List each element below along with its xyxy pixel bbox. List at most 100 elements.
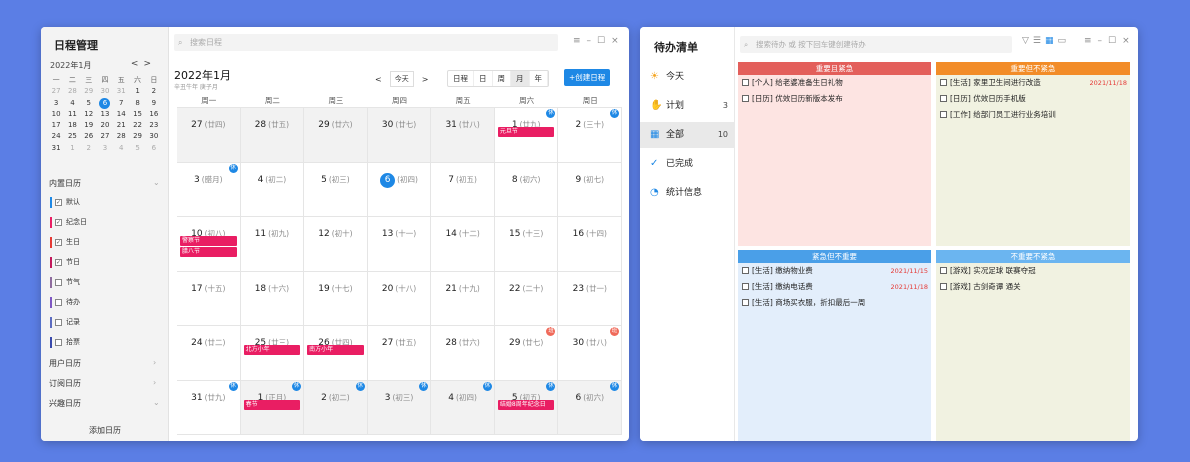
mini-next-button[interactable]: > [143, 59, 156, 69]
mini-day[interactable]: 19 [81, 120, 97, 131]
mini-day[interactable]: 13 [97, 109, 113, 120]
mini-day[interactable]: 16 [146, 109, 162, 120]
filter-icon[interactable]: ▽ [1022, 36, 1033, 46]
mini-day[interactable]: 8 [129, 98, 145, 109]
mini-day[interactable]: 1 [129, 86, 145, 97]
day-cell[interactable]: 1 (正月) 休春节 [240, 380, 305, 434]
calendar-checkbox[interactable] [55, 278, 62, 286]
day-cell[interactable]: 6 (初六) 休 [558, 380, 623, 434]
mini-day[interactable]: 29 [81, 86, 97, 97]
menu-icon[interactable]: ≡ [573, 36, 587, 46]
calendar-checkbox[interactable]: ✓ [55, 258, 62, 266]
calendar-checkbox[interactable]: ✓ [55, 218, 62, 226]
nav-item-3[interactable]: ✓ 已完成 [640, 151, 735, 177]
nav-item-4[interactable]: ◔ 统计信息 [640, 180, 735, 206]
todo-item[interactable]: [生活] 商场买衣服，折扣最后一周 [738, 295, 931, 311]
mini-day[interactable]: 5 [81, 98, 97, 109]
calendar-item[interactable]: ✓ 节日 [50, 256, 80, 268]
mini-day[interactable]: 22 [129, 120, 145, 131]
mini-day[interactable]: 26 [81, 131, 97, 142]
mini-day[interactable]: 3 [97, 143, 113, 154]
interest-calendars-header[interactable]: 兴趣日历 ⌄ [49, 398, 161, 409]
todo-checkbox[interactable] [742, 95, 749, 102]
mini-day[interactable]: 27 [97, 131, 113, 142]
todo-search-input[interactable]: ⌕ 搜索待办 或 按下回车键创建待办 [740, 36, 1012, 53]
todo-checkbox[interactable] [940, 283, 947, 290]
maximize-icon[interactable]: ☐ [1108, 36, 1122, 46]
todo-item[interactable]: [生活] 缴纳电话费 2021/11/18 [738, 279, 931, 295]
todo-item[interactable]: [工作] 给部门员工进行业务培训 [936, 107, 1130, 123]
day-cell[interactable]: 18 (十六) [241, 271, 305, 325]
add-calendar-button[interactable]: 添加日历 [41, 425, 169, 436]
mini-day[interactable]: 20 [97, 120, 113, 131]
mini-day[interactable]: 23 [146, 120, 162, 131]
mini-day[interactable]: 29 [129, 131, 145, 142]
mini-day[interactable]: 30 [146, 131, 162, 142]
day-cell[interactable]: 25 (廿三) 北方小年 [241, 326, 305, 380]
todo-checkbox[interactable] [940, 111, 947, 118]
day-cell[interactable]: 28 (廿五) [240, 108, 305, 162]
next-month-button[interactable]: > [422, 75, 429, 84]
calendar-item[interactable]: 待办 [50, 296, 80, 308]
day-cell[interactable]: 3 (腊月) 休 [177, 162, 241, 216]
day-cell[interactable]: 19 (十七) [304, 271, 368, 325]
today-button[interactable]: 今天 [389, 71, 414, 87]
todo-checkbox[interactable] [742, 79, 749, 86]
mini-day[interactable]: 11 [64, 109, 80, 120]
calendar-icon[interactable]: ▭ [1058, 36, 1071, 46]
close-icon[interactable]: × [611, 36, 625, 46]
view-tab-周[interactable]: 周 [493, 71, 511, 86]
mini-day[interactable]: 27 [48, 86, 64, 97]
grid-view-icon[interactable]: ▦ [1045, 36, 1058, 46]
day-cell[interactable]: 2 (三十) 休 [558, 108, 623, 162]
day-cell[interactable]: 29 (廿六) [304, 108, 368, 162]
day-cell[interactable]: 24 (廿二) [177, 326, 241, 380]
builtin-calendars-header[interactable]: 内置日历 ⌄ [49, 178, 161, 189]
day-cell[interactable]: 20 (十八) [368, 271, 432, 325]
calendar-item[interactable]: 节气 [50, 276, 80, 288]
mini-day[interactable]: 6 [146, 143, 162, 154]
todo-checkbox[interactable] [940, 79, 947, 86]
calendar-checkbox[interactable]: ✓ [55, 198, 62, 206]
day-cell[interactable]: 15 (十三) [495, 217, 559, 271]
day-cell[interactable]: 26 (廿四) 南方小年 [304, 326, 368, 380]
event-chip[interactable]: 结婚8周年纪念日 [497, 399, 555, 410]
mini-day[interactable]: 7 [113, 98, 129, 109]
mini-day[interactable]: 15 [129, 109, 145, 120]
menu-icon[interactable]: ≡ [1084, 36, 1098, 46]
mini-day[interactable]: 18 [64, 120, 80, 131]
event-chip[interactable]: 元旦节 [497, 127, 555, 137]
mini-prev-button[interactable]: < [131, 59, 144, 69]
day-cell[interactable]: 6 (初四) [368, 162, 432, 216]
mini-day[interactable]: 31 [48, 143, 64, 154]
calendar-checkbox[interactable]: ✓ [55, 238, 62, 246]
day-cell[interactable]: 5 (初五) 休结婚8周年纪念日 [494, 380, 559, 434]
mini-day[interactable]: 28 [113, 131, 129, 142]
calendar-item[interactable]: 记录 [50, 316, 80, 328]
mini-day[interactable]: 24 [48, 131, 64, 142]
day-cell[interactable]: 4 (初四) 休 [431, 380, 495, 434]
view-tab-日[interactable]: 日 [474, 71, 493, 86]
mini-day[interactable]: 9 [146, 98, 162, 109]
event-chip[interactable]: 南方小年 [307, 345, 364, 355]
mini-day[interactable]: 10 [48, 109, 64, 120]
todo-checkbox[interactable] [742, 283, 749, 290]
mini-day[interactable]: 17 [48, 120, 64, 131]
calendar-item[interactable]: ✓ 生日 [50, 236, 80, 248]
day-cell[interactable]: 31 (廿九) 休 [177, 380, 241, 434]
prev-month-button[interactable]: < [375, 75, 382, 84]
todo-checkbox[interactable] [940, 267, 947, 274]
mini-day[interactable]: 5 [129, 143, 145, 154]
day-cell[interactable]: 30 (廿八) 班 [558, 326, 623, 380]
mini-day[interactable]: 2 [81, 143, 97, 154]
day-cell[interactable]: 10 (初八) 警察节 腊八节 [177, 217, 241, 271]
mini-day[interactable]: 1 [64, 143, 80, 154]
calendar-item[interactable]: 拾票 [50, 336, 80, 348]
nav-item-2[interactable]: ▦ 全部 10 [640, 122, 735, 148]
create-event-button[interactable]: +创建日程 [564, 69, 611, 86]
mini-day[interactable]: 2 [146, 86, 162, 97]
todo-checkbox[interactable] [742, 299, 749, 306]
day-cell[interactable]: 22 (二十) [495, 271, 559, 325]
event-chip[interactable]: 北方小年 [243, 345, 301, 355]
view-tab-日程[interactable]: 日程 [448, 71, 474, 86]
